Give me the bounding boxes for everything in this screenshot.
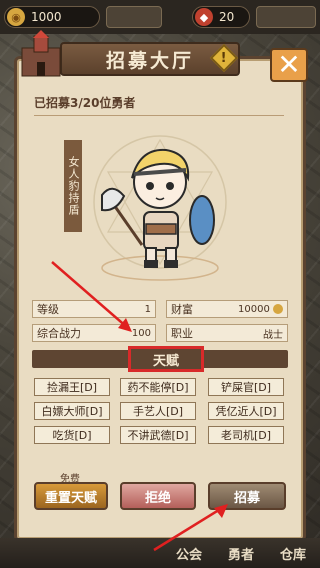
reject-button[interactable]: 拒绝 — [120, 482, 196, 510]
hero-class-banner: 女人豹持盾 — [64, 140, 82, 232]
coin-icon — [273, 303, 283, 314]
reset-talent-button[interactable]: 重置天赋 — [34, 482, 108, 510]
coin-icon: ◉ — [7, 8, 25, 26]
nav-guild[interactable]: 公会 — [176, 544, 202, 563]
recruit-button[interactable]: 招募 — [208, 482, 286, 510]
trait-item[interactable]: 铲屎官[D] — [208, 378, 284, 396]
recruited-count: 已招募3/20位勇者 — [34, 94, 284, 116]
close-button[interactable]: ✕ — [270, 48, 308, 82]
trait-item[interactable]: 手艺人[D] — [120, 402, 196, 420]
trait-item[interactable]: 凭亿近人[D] — [208, 402, 284, 420]
coin-counter[interactable]: ◉ 1000 — [4, 6, 100, 28]
class-stat: 职业 战士 — [166, 324, 288, 342]
level-stat: 等级 1 — [32, 300, 156, 318]
resource-bar: ◉ 1000 ◆ 20 — [0, 0, 320, 34]
trait-item[interactable]: 白嫖大师[D] — [34, 402, 110, 420]
gem-icon: ◆ — [195, 8, 213, 26]
gem-value: 20 — [219, 10, 235, 24]
nav-warehouse[interactable]: 仓库 — [280, 544, 306, 563]
trait-item[interactable]: 不讲武德[D] — [120, 426, 196, 444]
bottom-nav: 公会 勇者 仓库 — [0, 538, 320, 568]
menu-button[interactable] — [256, 6, 316, 28]
trait-item[interactable]: 吃货[D] — [34, 426, 110, 444]
coin-value: 1000 — [31, 10, 62, 24]
power-stat: 综合战力 100 — [32, 324, 156, 342]
gem-counter[interactable]: ◆ 20 — [192, 6, 250, 28]
talent-title: 天赋 — [128, 346, 204, 372]
trait-item[interactable]: 捡漏王[D] — [34, 378, 110, 396]
nav-heroes[interactable]: 勇者 — [228, 544, 254, 563]
castle-icon — [21, 30, 61, 77]
wealth-stat: 财富 10000 — [166, 300, 288, 318]
settings-button[interactable] — [106, 6, 162, 28]
trait-item[interactable]: 老司机[D] — [208, 426, 284, 444]
warning-icon[interactable]: ! — [209, 43, 239, 73]
trait-item[interactable]: 药不能停[D] — [120, 378, 196, 396]
